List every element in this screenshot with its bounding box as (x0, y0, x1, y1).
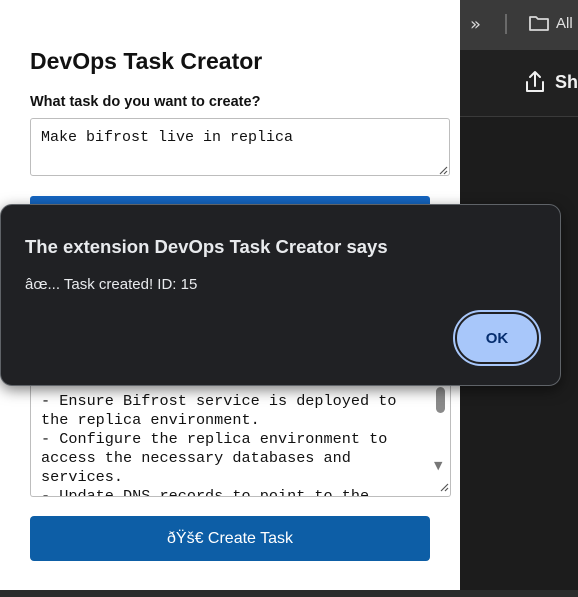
toolbar-separator (505, 14, 507, 34)
ok-button[interactable]: OK (453, 310, 541, 366)
task-input[interactable] (30, 118, 450, 176)
resize-grip-icon[interactable] (439, 482, 449, 492)
create-task-button[interactable]: ðŸš€ Create Task (30, 516, 430, 561)
task-output-text: - Ensure Bifrost service is deployed to … (41, 392, 397, 497)
resize-grip-icon[interactable] (438, 165, 448, 175)
bottom-edge (0, 590, 578, 597)
bookmarks-bar: » All (460, 0, 578, 50)
share-icon[interactable] (524, 70, 546, 94)
scroll-down-icon[interactable]: ▼ (434, 459, 442, 472)
scrollbar-thumb[interactable] (436, 387, 445, 413)
overflow-chevron-icon[interactable]: » (470, 14, 481, 35)
task-output[interactable]: - Ensure Bifrost service is deployed to … (30, 385, 451, 497)
alert-dialog: The extension DevOps Task Creator says â… (0, 204, 561, 386)
task-prompt-label: What task do you want to create? (30, 94, 261, 110)
page-toolbar: Sha (460, 50, 578, 117)
dialog-message: âœ... Task created! ID: 15 (25, 276, 198, 293)
folder-icon[interactable] (528, 13, 550, 33)
share-button[interactable]: Sha (555, 72, 578, 93)
popup-title: DevOps Task Creator (30, 48, 263, 74)
dialog-title: The extension DevOps Task Creator says (25, 236, 388, 257)
all-bookmarks-label[interactable]: All (556, 15, 573, 32)
